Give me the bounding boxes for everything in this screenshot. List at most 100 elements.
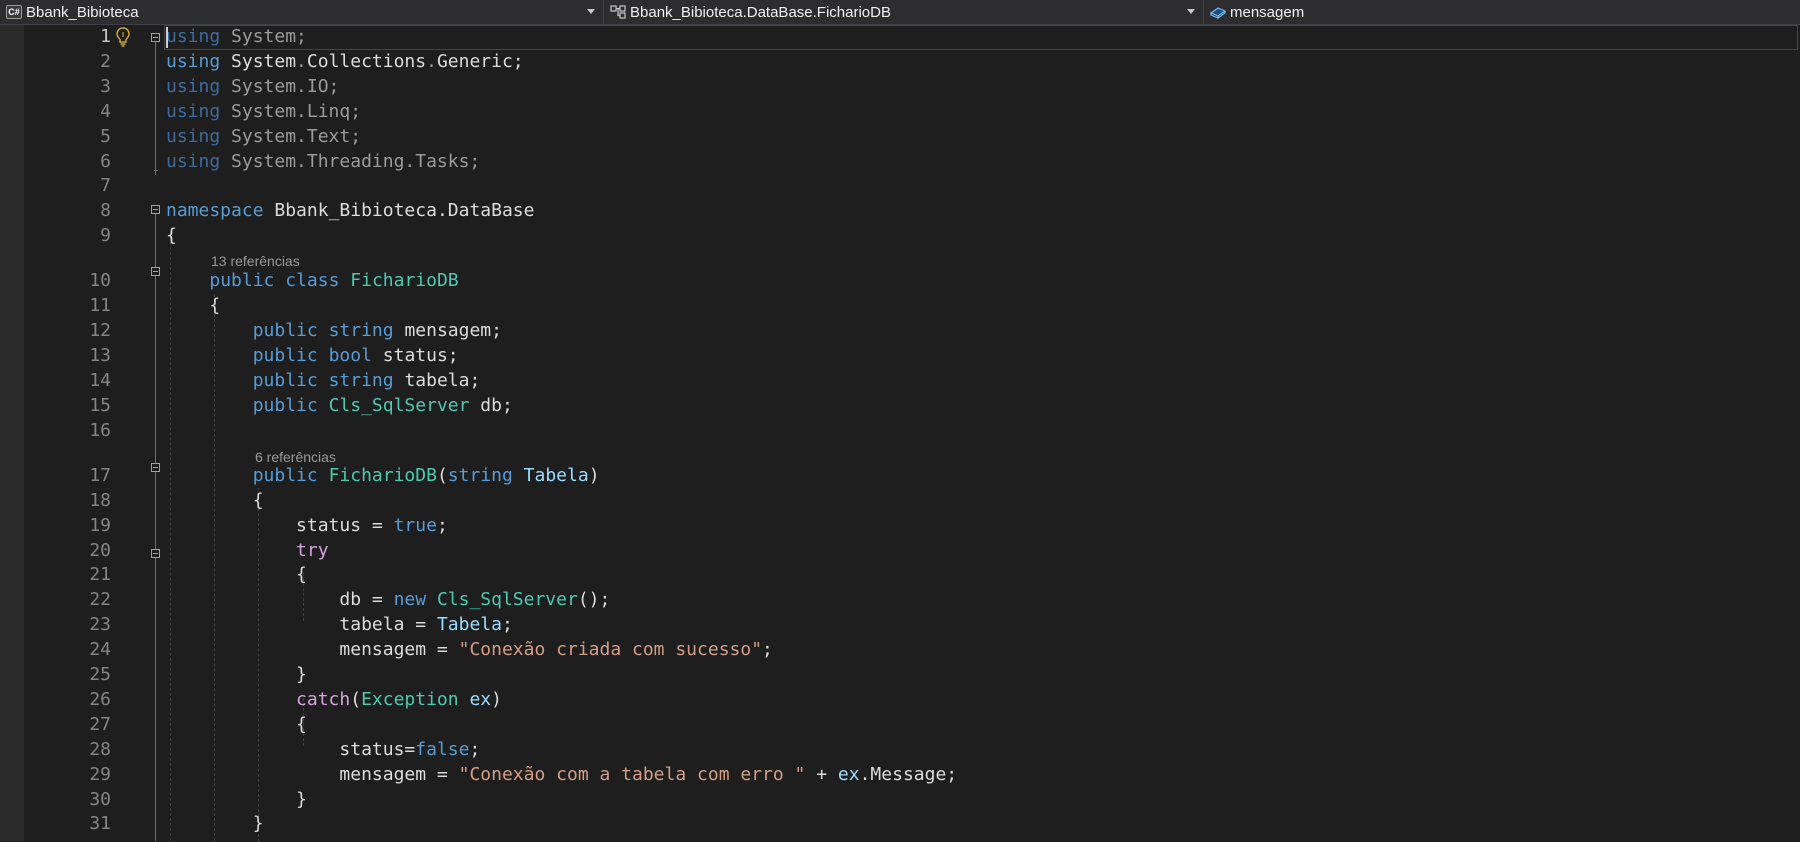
code-token: FicharioDB	[350, 270, 459, 292]
code-token: true	[393, 514, 437, 536]
code-line[interactable]: 11 {	[0, 294, 1800, 319]
line-number: 5	[100, 125, 111, 147]
code-line[interactable]: 14 public string tabela;	[0, 369, 1800, 394]
code-line[interactable]: 21 {	[0, 563, 1800, 588]
line-number: 17	[89, 464, 111, 486]
code-line[interactable]: 7	[0, 174, 1800, 199]
code-line[interactable]: 29 mensagem = "Conexão com a tabela com …	[0, 763, 1800, 788]
code-token: {	[166, 564, 307, 586]
code-line[interactable]: 15 public Cls_SqlServer db;	[0, 394, 1800, 419]
line-number: 6	[100, 150, 111, 172]
code-token: public	[252, 320, 318, 342]
collapse-toggle-namespace[interactable]	[151, 205, 160, 214]
code-token: FicharioDB	[328, 464, 437, 486]
line-number: 13	[89, 345, 111, 366]
code-text: status = true;	[166, 514, 448, 539]
line-number: 28	[89, 738, 111, 760]
line-number: 23	[89, 614, 111, 636]
code-token: status=	[166, 738, 416, 760]
code-line[interactable]: 19 status = true;	[0, 514, 1800, 539]
code-line[interactable]: 20 try	[0, 539, 1800, 564]
code-token: db =	[166, 589, 394, 611]
code-text: public class FicharioDB	[166, 269, 459, 294]
code-token: tabela =	[166, 614, 437, 636]
code-token: +	[805, 763, 838, 785]
code-token: .Message;	[859, 763, 958, 785]
collapse-toggle-usings[interactable]	[151, 33, 160, 42]
code-line[interactable]: 27 {	[0, 713, 1800, 738]
code-text: using System.Linq;	[166, 100, 361, 125]
code-line[interactable]: 25 }	[0, 663, 1800, 688]
code-token: ;	[436, 514, 448, 536]
code-token: System.Linq;	[220, 100, 362, 122]
code-token: System;	[220, 26, 307, 47]
code-token: public	[252, 345, 318, 366]
line-number: 21	[89, 564, 111, 586]
code-token: Tabela	[523, 464, 589, 486]
code-text: public FicharioDB(string Tabela)	[166, 464, 600, 489]
project-dropdown[interactable]: C# Bbank_Bibioteca	[0, 0, 604, 24]
code-line[interactable]: 12 public string mensagem;	[0, 319, 1800, 344]
code-text: using System.Collections.Generic;	[166, 50, 524, 75]
code-line[interactable]: 8 namespace Bbank_Bibioteca.DataBase	[0, 199, 1800, 224]
navigation-bar: C# Bbank_Bibioteca Bbank_Bibioteca.DataB…	[0, 0, 1800, 25]
code-line[interactable]: 26 catch(Exception ex)	[0, 688, 1800, 713]
code-line[interactable]: 3 using System.IO;	[0, 75, 1800, 100]
line-number: 18	[89, 489, 111, 511]
code-line[interactable]: 6 using System.Threading.Tasks;	[0, 150, 1800, 175]
code-line[interactable]: 30 }	[0, 788, 1800, 813]
code-line[interactable]: 28 status=false;	[0, 738, 1800, 763]
code-token: {	[166, 489, 264, 511]
code-token: Generic;	[436, 50, 524, 72]
code-line[interactable]: 18 {	[0, 489, 1800, 514]
code-token: try	[296, 539, 329, 561]
code-token: {	[166, 225, 177, 247]
code-token: using	[166, 125, 221, 147]
code-token: using	[166, 75, 221, 97]
code-editor[interactable]: 13 referências 6 referências 1 using Syst…	[0, 25, 1800, 842]
code-token: catch	[296, 688, 351, 710]
member-dropdown[interactable]: mensagem	[1204, 0, 1800, 24]
code-line[interactable]: 23 tabela = Tabela;	[0, 613, 1800, 638]
code-line[interactable]: 13 public bool status;	[0, 344, 1800, 369]
code-text: {	[166, 713, 307, 738]
code-line[interactable]: 16	[0, 419, 1800, 444]
code-line[interactable]: 4 using System.Linq;	[0, 100, 1800, 125]
code-text: catch(Exception ex)	[166, 688, 502, 713]
code-text: }	[166, 663, 307, 688]
code-token: bool	[328, 345, 372, 366]
code-text: tabela = Tabela;	[166, 613, 512, 638]
code-line[interactable]: 10 public class FicharioDB	[0, 269, 1800, 294]
code-line[interactable]: 24 mensagem = "Conexão criada com sucess…	[0, 638, 1800, 663]
collapse-toggle-constructor[interactable]	[151, 463, 160, 472]
code-token: public	[252, 394, 318, 416]
code-token: System	[220, 50, 297, 72]
code-line[interactable]: 2 using System.Collections.Generic;	[0, 50, 1800, 75]
line-number: 12	[89, 320, 111, 342]
code-line[interactable]: 1 using System;	[0, 25, 1800, 50]
line-number: 20	[89, 539, 111, 561]
code-lens-references[interactable]: 13 referências	[211, 251, 300, 271]
collapse-toggle-try[interactable]	[151, 549, 160, 558]
type-dropdown[interactable]: Bbank_Bibioteca.DataBase.FicharioDB	[604, 0, 1204, 24]
code-line[interactable]: 17 public FicharioDB(string Tabela)	[0, 464, 1800, 489]
csharp-project-icon: C#	[6, 5, 22, 19]
line-number: 11	[89, 295, 111, 317]
code-token: status =	[166, 514, 394, 536]
collapse-toggle-class[interactable]	[151, 267, 160, 276]
code-line[interactable]: 5 using System.Text;	[0, 125, 1800, 150]
code-line[interactable]: 9{	[0, 224, 1800, 249]
line-number: 31	[89, 813, 111, 835]
code-line[interactable]: 22 db = new Cls_SqlServer();	[0, 588, 1800, 613]
code-line[interactable]: 31 }	[0, 812, 1800, 837]
code-token: mensagem =	[166, 639, 459, 661]
line-number: 9	[100, 225, 111, 247]
